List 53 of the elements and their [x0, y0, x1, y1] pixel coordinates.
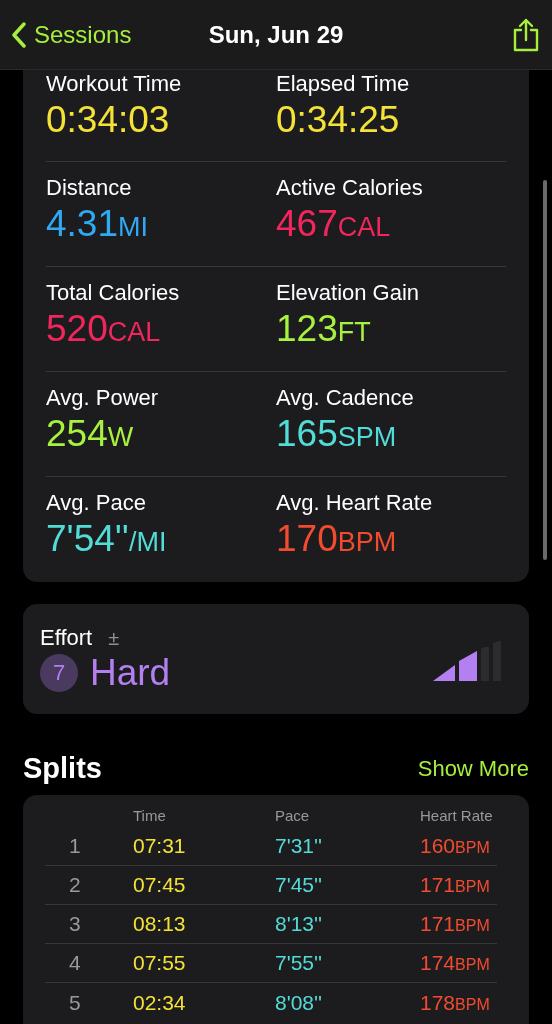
split-index: 3 [69, 912, 82, 936]
split-index: 1 [69, 834, 82, 858]
metric-label: Elapsed Time [276, 70, 410, 98]
metric-value: 170BPM [276, 517, 397, 561]
metric-value: 254W [46, 412, 134, 456]
split-index: 2 [69, 873, 82, 897]
metric-label: Elevation Gain [276, 279, 420, 307]
table-cell-text: 08:13 [133, 912, 187, 936]
nav-title: Sun, Jun 29 [208, 20, 344, 49]
table-cell-text: 07:31 [133, 834, 187, 858]
metric-value: 4.31MI [46, 202, 148, 246]
table-cell-text: 7'55'' [275, 951, 324, 975]
column-header: Time [133, 806, 167, 824]
section-title: Splits [23, 752, 102, 785]
chevron-left-icon [12, 21, 26, 48]
split-index: 5 [69, 990, 82, 1015]
metric-label: Active Calories [276, 174, 423, 202]
metric-label: Avg. Cadence [276, 384, 414, 412]
metric-label: Total Calories [46, 279, 180, 307]
table-cell-text: 7'45'' [275, 873, 324, 897]
show-more-link[interactable]: Show More [417, 755, 529, 782]
metric-label: Distance [46, 174, 132, 202]
column-header: Pace [275, 806, 311, 824]
metric-value: 165SPM [276, 412, 397, 456]
table-cell-text: 07:45 [133, 873, 187, 897]
table-cell-text: 7'31'' [275, 834, 324, 858]
effort-rating: Hard [90, 652, 171, 694]
table-cell-text: 178BPM [420, 990, 491, 1015]
table-cell-text: 174BPM [420, 951, 491, 975]
effort-score: 7 [40, 654, 78, 692]
metric-label: Avg. Heart Rate [276, 489, 433, 517]
metric-value: 0:34:25 [276, 98, 400, 142]
metric-label: Workout Time [46, 70, 182, 98]
metric-value: 123FT [276, 307, 371, 351]
metric-label: Avg. Pace [46, 489, 146, 517]
adjust-icon[interactable]: ± [108, 626, 120, 650]
metric-value: 467CAL [276, 202, 391, 246]
metric-value: 520CAL [46, 307, 161, 351]
metric-value: 0:34:03 [46, 98, 170, 142]
table-cell-text: 8'08'' [275, 990, 324, 1015]
table-cell-text: 07:55 [133, 951, 187, 975]
effort-label: Effort [40, 624, 93, 652]
table-cell-text: 171BPM [420, 912, 491, 936]
table-cell-text: 160BPM [420, 834, 491, 858]
column-header: Heart Rate [420, 806, 494, 824]
share-icon[interactable] [512, 17, 540, 52]
back-link[interactable]: Sessions [12, 20, 132, 49]
metric-label: Avg. Power [46, 384, 159, 412]
table-cell-text: 02:34 [133, 990, 187, 1015]
metric-value: 7'54''/MI [46, 517, 167, 561]
table-cell-text: 171BPM [420, 873, 491, 897]
split-index: 4 [69, 951, 82, 975]
table-cell-text: 8'13'' [275, 912, 324, 936]
